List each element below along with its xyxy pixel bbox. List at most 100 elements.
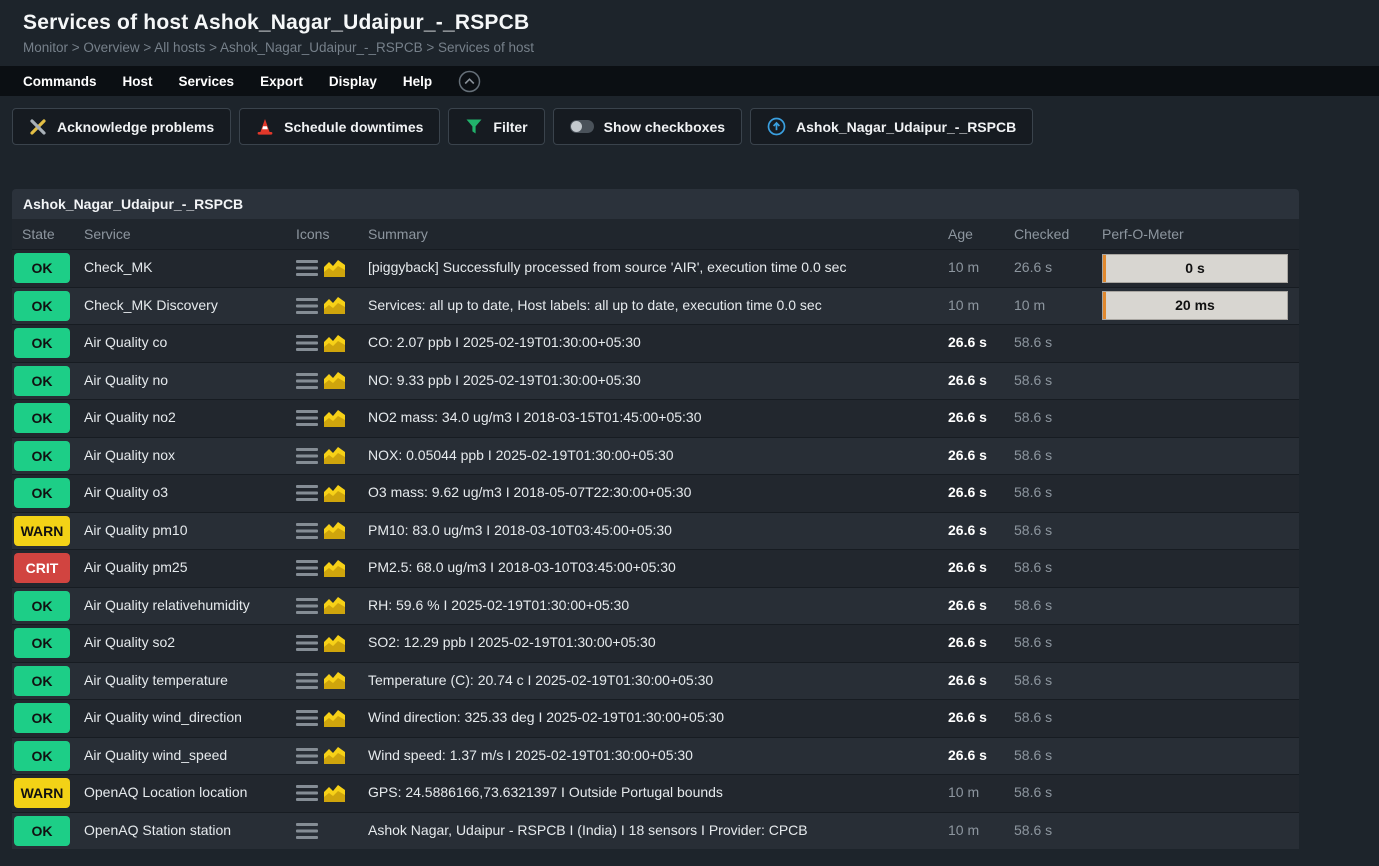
service-summary: NO2 mass: 34.0 ug/m3 I 2018-03-15T01:45:… xyxy=(368,409,702,425)
checked-value: 58.6 s xyxy=(1014,634,1052,650)
schedule-downtimes-button[interactable]: Schedule downtimes xyxy=(239,108,440,145)
service-menu-icon[interactable] xyxy=(296,260,318,276)
service-graph-icon[interactable] xyxy=(323,409,346,428)
service-row: OKAir Quality relativehumidityRH: 59.6 %… xyxy=(12,587,1299,625)
column-header-service[interactable]: Service xyxy=(84,226,296,242)
collapse-menu-button[interactable] xyxy=(458,70,481,93)
summary-cell: NO2 mass: 34.0 ug/m3 I 2018-03-15T01:45:… xyxy=(368,409,948,427)
service-graph-icon[interactable] xyxy=(323,259,346,278)
service-link[interactable]: Air Quality relativehumidity xyxy=(84,597,250,613)
menu-display[interactable]: Display xyxy=(329,74,377,89)
service-graph-icon[interactable] xyxy=(323,296,346,315)
summary-cell: SO2: 12.29 ppb I 2025-02-19T01:30:00+05:… xyxy=(368,634,948,652)
service-menu-icon[interactable] xyxy=(296,560,318,576)
service-row: OKOpenAQ Station stationAshok Nagar, Uda… xyxy=(12,812,1299,850)
chevron-up-circle-icon xyxy=(458,70,481,93)
service-link[interactable]: Air Quality pm10 xyxy=(84,522,187,538)
service-menu-icon[interactable] xyxy=(296,785,318,801)
service-graph-icon[interactable] xyxy=(323,709,346,728)
service-link[interactable]: OpenAQ Location location xyxy=(84,784,247,800)
service-menu-icon[interactable] xyxy=(296,448,318,464)
column-header-checked[interactable]: Checked xyxy=(1014,226,1102,242)
state-cell: CRIT xyxy=(12,553,84,583)
service-summary: SO2: 12.29 ppb I 2025-02-19T01:30:00+05:… xyxy=(368,634,656,650)
summary-cell: PM10: 83.0 ug/m3 I 2018-03-10T03:45:00+0… xyxy=(368,522,948,540)
service-menu-icon[interactable] xyxy=(296,673,318,689)
acknowledge-problems-button[interactable]: Acknowledge problems xyxy=(12,108,231,145)
service-summary: CO: 2.07 ppb I 2025-02-19T01:30:00+05:30 xyxy=(368,334,641,350)
service-row: OKAir Quality wind_directionWind directi… xyxy=(12,699,1299,737)
perfometer-cell: 20 ms xyxy=(1102,291,1299,320)
service-link[interactable]: Air Quality o3 xyxy=(84,484,168,500)
host-link-button[interactable]: Ashok_Nagar_Udaipur_-_RSPCB xyxy=(750,108,1033,145)
service-link[interactable]: Air Quality nox xyxy=(84,447,175,463)
column-header-perfometer[interactable]: Perf-O-Meter xyxy=(1102,226,1299,242)
service-link[interactable]: Check_MK xyxy=(84,259,152,275)
service-graph-icon[interactable] xyxy=(323,559,346,578)
column-header-summary[interactable]: Summary xyxy=(368,226,948,242)
service-graph-icon[interactable] xyxy=(323,596,346,615)
state-cell: OK xyxy=(12,703,84,733)
perf-o-meter[interactable]: 20 ms xyxy=(1102,291,1288,320)
service-menu-icon[interactable] xyxy=(296,335,318,351)
age-cell: 26.6 s xyxy=(948,559,1014,577)
service-graph-icon[interactable] xyxy=(323,371,346,390)
service-link[interactable]: Air Quality no2 xyxy=(84,409,176,425)
service-graph-icon[interactable] xyxy=(323,484,346,503)
menu-export[interactable]: Export xyxy=(260,74,303,89)
service-link[interactable]: Air Quality temperature xyxy=(84,672,228,688)
checked-value: 26.6 s xyxy=(1014,259,1052,275)
column-header-state[interactable]: State xyxy=(12,226,84,242)
service-menu-icon[interactable] xyxy=(296,748,318,764)
service-link[interactable]: OpenAQ Station station xyxy=(84,822,231,838)
service-link[interactable]: Check_MK Discovery xyxy=(84,297,218,313)
service-graph-icon[interactable] xyxy=(323,446,346,465)
service-menu-icon[interactable] xyxy=(296,598,318,614)
service-menu-icon[interactable] xyxy=(296,373,318,389)
service-menu-icon[interactable] xyxy=(296,485,318,501)
filter-button[interactable]: Filter xyxy=(448,108,544,145)
menu-help[interactable]: Help xyxy=(403,74,432,89)
show-checkboxes-button[interactable]: Show checkboxes xyxy=(553,108,742,145)
service-summary: RH: 59.6 % I 2025-02-19T01:30:00+05:30 xyxy=(368,597,629,613)
service-link[interactable]: Air Quality no xyxy=(84,372,168,388)
state-cell: OK xyxy=(12,253,84,283)
menu-services[interactable]: Services xyxy=(179,74,235,89)
perf-o-meter[interactable]: 0 s xyxy=(1102,254,1288,283)
service-menu-icon[interactable] xyxy=(296,523,318,539)
menu-commands[interactable]: Commands xyxy=(23,74,97,89)
icons-cell xyxy=(296,296,368,315)
service-graph-icon[interactable] xyxy=(323,634,346,653)
service-menu-icon[interactable] xyxy=(296,410,318,426)
checked-value: 58.6 s xyxy=(1014,784,1052,800)
service-link[interactable]: Air Quality co xyxy=(84,334,167,350)
checked-cell: 58.6 s xyxy=(1014,409,1102,427)
service-graph-icon[interactable] xyxy=(323,521,346,540)
column-header-icons[interactable]: Icons xyxy=(296,226,368,242)
service-graph-icon[interactable] xyxy=(323,671,346,690)
age-cell: 10 m xyxy=(948,259,1014,277)
service-link[interactable]: Air Quality pm25 xyxy=(84,559,187,575)
services-table: Ashok_Nagar_Udaipur_-_RSPCB State Servic… xyxy=(12,189,1299,849)
menu-host[interactable]: Host xyxy=(123,74,153,89)
service-link[interactable]: Air Quality wind_speed xyxy=(84,747,227,763)
service-cell: OpenAQ Station station xyxy=(84,822,296,840)
service-menu-icon[interactable] xyxy=(296,710,318,726)
service-menu-icon[interactable] xyxy=(296,298,318,314)
service-menu-icon[interactable] xyxy=(296,823,318,839)
state-badge: OK xyxy=(14,253,70,283)
service-link[interactable]: Air Quality wind_direction xyxy=(84,709,242,725)
column-header-age[interactable]: Age xyxy=(948,226,1014,242)
breadcrumb[interactable]: Monitor > Overview > All hosts > Ashok_N… xyxy=(23,40,1379,55)
checked-value: 58.6 s xyxy=(1014,484,1052,500)
checked-value: 58.6 s xyxy=(1014,409,1052,425)
age-cell: 26.6 s xyxy=(948,597,1014,615)
service-graph-icon[interactable] xyxy=(323,784,346,803)
service-link[interactable]: Air Quality so2 xyxy=(84,634,175,650)
summary-cell: Temperature (C): 20.74 c I 2025-02-19T01… xyxy=(368,672,948,690)
service-menu-icon[interactable] xyxy=(296,635,318,651)
age-cell: 26.6 s xyxy=(948,409,1014,427)
service-graph-icon[interactable] xyxy=(323,746,346,765)
page-title: Services of host Ashok_Nagar_Udaipur_-_R… xyxy=(23,11,1379,35)
service-graph-icon[interactable] xyxy=(323,334,346,353)
